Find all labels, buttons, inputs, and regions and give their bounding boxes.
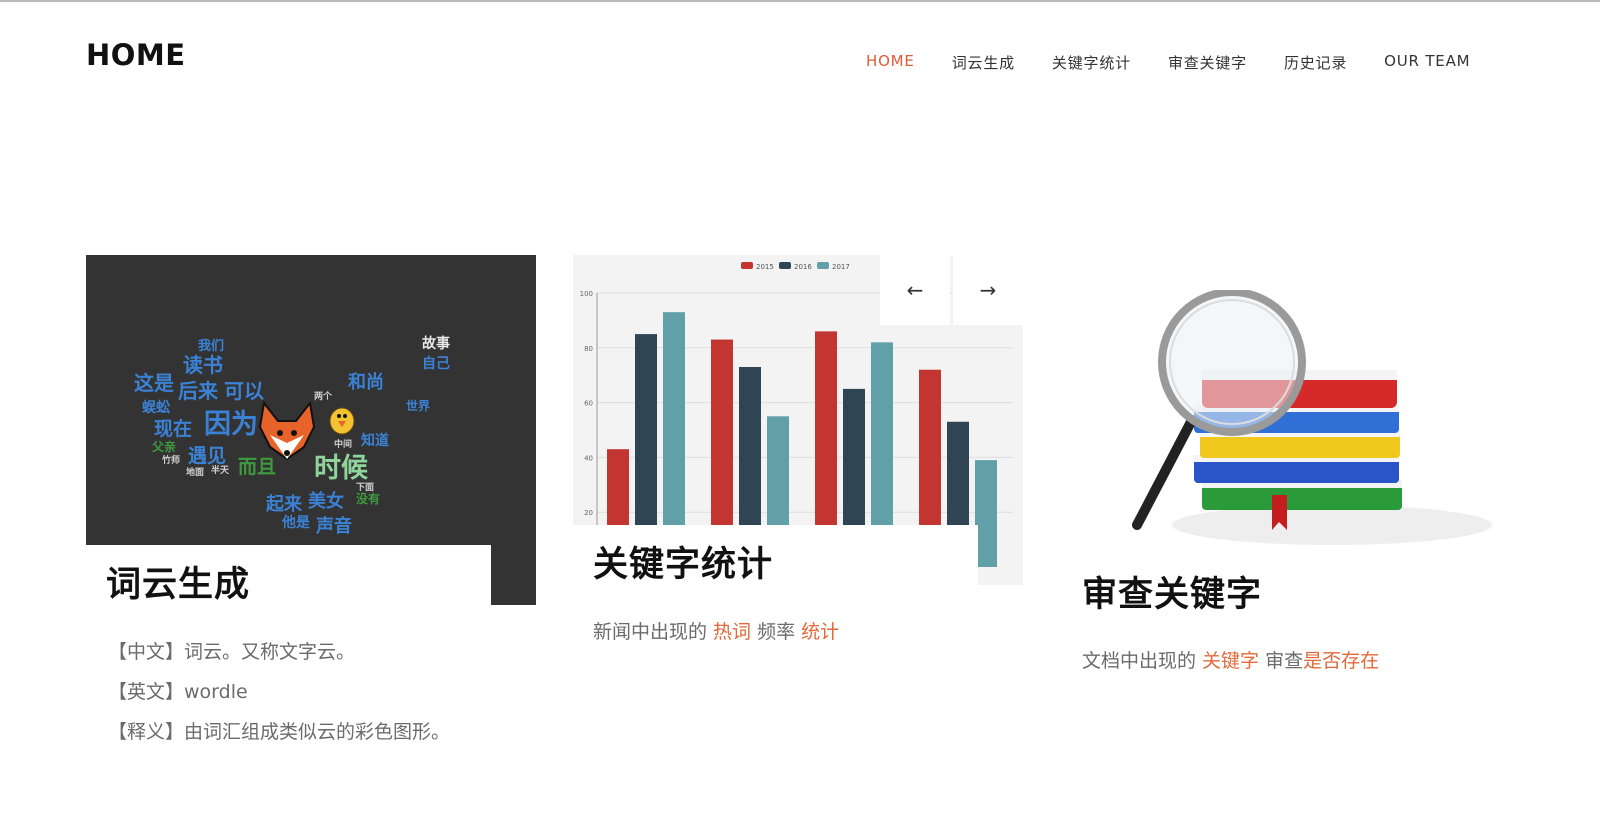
y-tick-label: 80 <box>584 345 593 353</box>
keyword-stats-title[interactable]: 关键字统计 <box>593 536 773 587</box>
desc-highlight: 热词 <box>713 621 752 643</box>
legend-label-2016: 2016 <box>794 263 812 271</box>
cloud-word: 下面 <box>356 482 374 493</box>
legend-label-2015: 2015 <box>756 263 774 271</box>
y-tick-label: 20 <box>584 509 593 517</box>
cloud-word: 蜈蚣 <box>142 399 171 416</box>
main-nav: HOME 词云生成 关键字统计 审查关键字 历史记录 OUR TEAM <box>866 52 1507 73</box>
cloud-word: 父亲 <box>151 439 176 454</box>
nav-our-team[interactable]: OUR TEAM <box>1384 52 1470 73</box>
desc-text: 审查 <box>1259 650 1304 672</box>
review-keywords-image[interactable] <box>1082 288 1502 560</box>
carousel-next-button[interactable]: → <box>953 255 1023 325</box>
site-logo[interactable]: HOME <box>86 38 186 72</box>
cloud-word: 读书 <box>183 353 223 377</box>
y-tick-label: 60 <box>584 400 593 408</box>
nav-history[interactable]: 历史记录 <box>1284 52 1347 73</box>
cloud-word: 自己 <box>422 355 450 372</box>
bar-2017 <box>975 460 997 567</box>
desc-highlight: 统计 <box>801 621 840 643</box>
legend-swatch-2017 <box>817 262 829 269</box>
legend-swatch-2015 <box>741 262 753 269</box>
cloud-word: 他是 <box>281 514 311 531</box>
cloud-word: 现在 <box>154 417 192 440</box>
cloud-word: 可以 <box>224 379 264 403</box>
nav-wordcloud[interactable]: 词云生成 <box>952 52 1015 73</box>
cloud-word: 没有 <box>356 491 380 506</box>
cloud-word: 而且 <box>238 456 276 478</box>
wordcloud-title[interactable]: 词云生成 <box>106 556 250 607</box>
cloud-word: 声音 <box>315 515 352 537</box>
desc-highlight: 关键字 <box>1202 650 1260 672</box>
cloud-word: 世界 <box>406 398 430 413</box>
desc-text: 新闻中出现的 <box>593 621 714 643</box>
y-tick-label: 100 <box>580 290 593 298</box>
cloud-word: 这是 <box>134 371 174 395</box>
nav-review-keywords[interactable]: 审查关键字 <box>1168 52 1247 73</box>
arrow-left-icon: ← <box>906 278 924 302</box>
review-keywords-title[interactable]: 审查关键字 <box>1082 566 1262 617</box>
fox-icon <box>258 400 316 461</box>
arrow-right-icon: → <box>979 278 997 302</box>
keyword-stats-desc: 新闻中出现的 热词 频率 统计 <box>593 617 839 644</box>
books-magnifier-graphic <box>1132 288 1492 545</box>
wordcloud-desc-line: 【中文】词云。又称文字云。 <box>108 641 356 663</box>
desc-highlight: 是否存在 <box>1303 650 1380 672</box>
wordcloud-desc-line: 【英文】wordle <box>108 681 248 703</box>
nav-keyword-stats[interactable]: 关键字统计 <box>1052 52 1131 73</box>
cloud-word: 知道 <box>361 432 389 449</box>
cloud-word: 和尚 <box>348 371 384 393</box>
bird-icon <box>329 407 355 435</box>
wordcloud-desc-line: 【释义】由词汇组成类似云的彩色图形。 <box>108 721 451 743</box>
desc-text: 文档中出现的 <box>1082 650 1203 672</box>
legend-swatch-2016 <box>779 262 791 269</box>
carousel-prev-button[interactable]: ← <box>880 255 950 325</box>
cloud-word: 时候 <box>314 453 369 484</box>
y-tick-label: 40 <box>584 454 593 462</box>
cloud-word: 美女 <box>308 490 344 512</box>
cloud-word: 中间 <box>334 438 352 450</box>
cloud-word: 因为 <box>204 409 258 440</box>
desc-text: 频率 <box>751 621 802 643</box>
review-keywords-desc: 文档中出现的 关键字 审查是否存在 <box>1082 646 1379 673</box>
cloud-word: 后来 <box>178 379 219 403</box>
cloud-word: 地面 <box>186 466 204 478</box>
cloud-word: 半天 <box>211 464 230 476</box>
top-border <box>0 0 1600 2</box>
cloud-word: 起来 <box>265 493 303 515</box>
nav-home[interactable]: HOME <box>866 52 915 73</box>
cloud-word: 两个 <box>314 390 333 402</box>
cloud-word: 遇见 <box>188 445 226 467</box>
cloud-word: 竹师 <box>161 454 180 466</box>
legend-label-2017: 2017 <box>832 263 850 271</box>
cloud-word: 故事 <box>422 335 450 352</box>
cloud-word: 我们 <box>198 338 224 354</box>
